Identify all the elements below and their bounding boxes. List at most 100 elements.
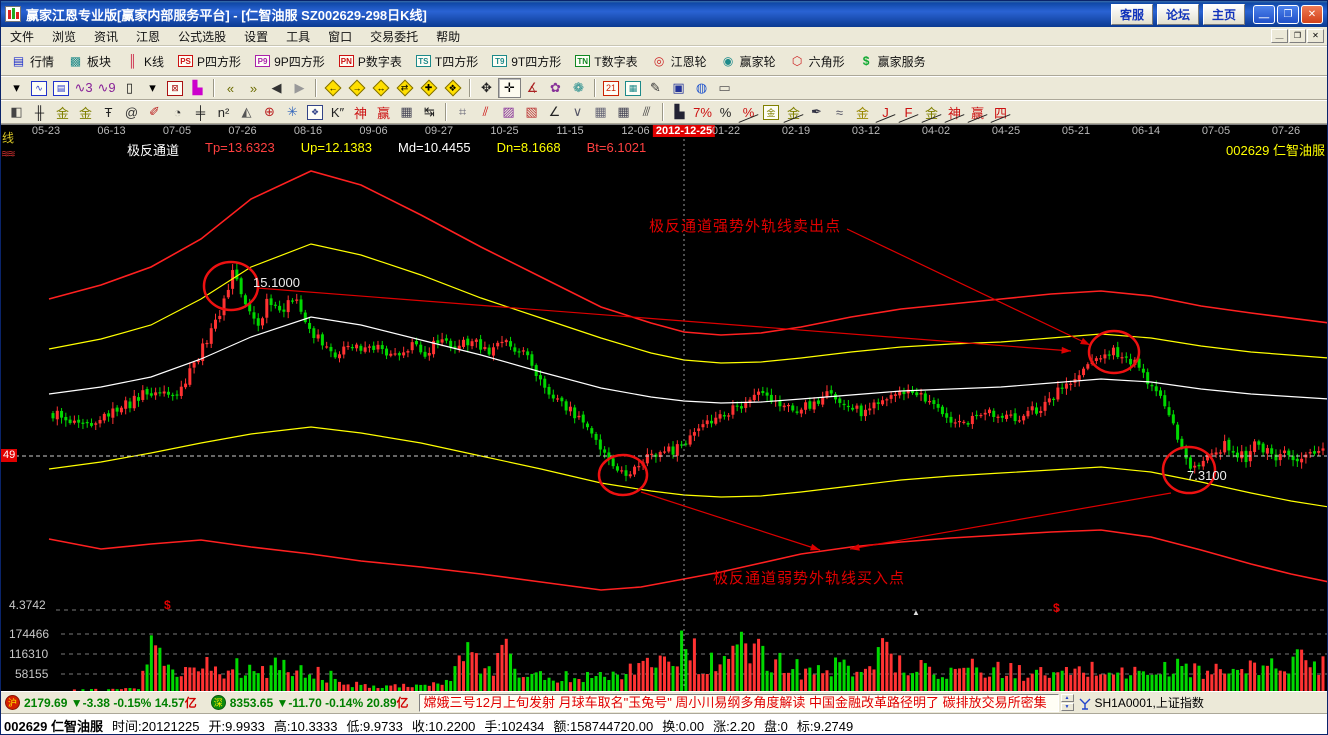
go-last-icon[interactable]: » bbox=[242, 78, 265, 98]
pan-hand-icon[interactable]: ✥ bbox=[475, 78, 498, 98]
t-square-button[interactable]: TST四方形 bbox=[410, 50, 484, 73]
expand-all-icon[interactable]: ✚ bbox=[421, 80, 438, 97]
t-number-table-button[interactable]: TNT数字表 bbox=[569, 50, 643, 73]
hexagon-button[interactable]: ⬡六角形 bbox=[784, 50, 851, 73]
chart-type-dropdown-icon[interactable]: ▾ bbox=[5, 78, 28, 98]
quotes-button[interactable]: ▤行情 bbox=[5, 50, 60, 73]
ying-angle-icon[interactable]: 赢 bbox=[966, 102, 989, 122]
menu-item-5[interactable]: 公式选股 bbox=[169, 26, 235, 47]
kline-button[interactable]: ║K线 bbox=[119, 50, 170, 73]
menu-item-7[interactable]: 工具 bbox=[277, 26, 319, 47]
p-number-table-button[interactable]: PNP数字表 bbox=[333, 50, 408, 73]
mdi-close-button[interactable]: ✕ bbox=[1307, 29, 1324, 43]
box-select-icon[interactable]: ⌗ bbox=[451, 102, 474, 122]
j-angle-icon[interactable]: J bbox=[874, 102, 897, 122]
brush-icon[interactable]: ✐ bbox=[143, 102, 166, 122]
spiral-icon[interactable]: @ bbox=[120, 102, 143, 122]
v-lines-icon[interactable]: ∨ bbox=[566, 102, 589, 122]
menu-item-4[interactable]: 江恩 bbox=[127, 26, 169, 47]
mirror-angle-icon[interactable]: ◭ bbox=[235, 102, 258, 122]
close-button[interactable]: ✕ bbox=[1301, 5, 1323, 24]
ticker-scroll-down-button[interactable]: ▼ bbox=[1061, 703, 1074, 711]
star-web-icon[interactable]: ✳ bbox=[281, 102, 304, 122]
save-icon[interactable]: ▣ bbox=[667, 78, 690, 98]
gold-grid-1-icon[interactable]: 金 bbox=[51, 102, 74, 122]
line-ruler-icon[interactable]: ╪ bbox=[189, 102, 212, 122]
grid-b-icon[interactable]: ▦ bbox=[612, 102, 635, 122]
fan-lines-red-icon[interactable]: ⫽ bbox=[474, 102, 497, 122]
f-angle-icon[interactable]: F bbox=[897, 102, 920, 122]
ticker-scroll-up-button[interactable]: ▲ bbox=[1061, 694, 1074, 702]
notepad-icon[interactable]: ✎ bbox=[644, 78, 667, 98]
calculator-icon[interactable]: ▦ bbox=[625, 81, 641, 96]
winner-service-button[interactable]: $赢家服务 bbox=[853, 50, 932, 73]
menu-item-3[interactable]: 资讯 bbox=[85, 26, 127, 47]
step-forward-icon[interactable]: ▶ bbox=[288, 78, 311, 98]
gann-wheel-button[interactable]: ◎江恩轮 bbox=[646, 50, 713, 73]
wave-line-icon[interactable]: ≈ bbox=[828, 102, 851, 122]
gold-grid-2-icon[interactable]: 金 bbox=[74, 102, 97, 122]
k-quote-icon[interactable]: K″ bbox=[326, 102, 349, 122]
volume-profile-icon[interactable]: ▙ bbox=[186, 78, 209, 98]
grid-star-icon[interactable]: ❖ bbox=[307, 105, 323, 120]
print-icon[interactable]: ▭ bbox=[713, 78, 736, 98]
mdi-minimize-button[interactable]: ＿ bbox=[1271, 29, 1288, 43]
gold-bold-icon[interactable]: 金 bbox=[851, 102, 874, 122]
shen-angle-icon[interactable]: 神 bbox=[943, 102, 966, 122]
ying-grid-icon[interactable]: 赢 bbox=[372, 102, 395, 122]
f-ruler-icon[interactable]: Ŧ bbox=[97, 102, 120, 122]
menu-item-6[interactable]: 设置 bbox=[235, 26, 277, 47]
angle-lines-icon[interactable]: ∠ bbox=[543, 102, 566, 122]
minimize-button[interactable]: ＿ bbox=[1253, 5, 1275, 24]
wave-9-icon[interactable]: ∿9 bbox=[95, 78, 118, 98]
menu-item-9[interactable]: 交易委托 bbox=[361, 26, 427, 47]
t9-square-button[interactable]: T99T四方形 bbox=[486, 50, 567, 73]
wave-3-icon[interactable]: ∿3 bbox=[72, 78, 95, 98]
percent-strike-icon[interactable]: 7% bbox=[691, 102, 714, 122]
grid-a-icon[interactable]: ▦ bbox=[589, 102, 612, 122]
time-dial-icon[interactable]: ◔ bbox=[166, 102, 189, 122]
candle-style-icon[interactable]: ▯ bbox=[118, 78, 141, 98]
fan-grid-red-icon[interactable]: ▧ bbox=[520, 102, 543, 122]
horizontal-span-icon[interactable]: ↹ bbox=[418, 102, 441, 122]
compress-horizontal-icon[interactable]: ⇄ bbox=[397, 80, 414, 97]
scale-bars-icon[interactable]: ▙ bbox=[668, 102, 691, 122]
info-document-icon[interactable]: ▤ bbox=[53, 81, 69, 96]
titlebar-button-2[interactable]: 论坛 bbox=[1157, 4, 1199, 25]
go-first-icon[interactable]: « bbox=[219, 78, 242, 98]
winner-wheel-button[interactable]: ◉赢家轮 bbox=[715, 50, 782, 73]
angle-measure-icon[interactable]: ∡ bbox=[521, 78, 544, 98]
sectors-button[interactable]: ▩板块 bbox=[62, 50, 117, 73]
fan-grid-purple-icon[interactable]: ▨ bbox=[497, 102, 520, 122]
menu-item-8[interactable]: 窗口 bbox=[319, 26, 361, 47]
mdi-restore-button[interactable]: ❐ bbox=[1289, 29, 1306, 43]
web-export-icon[interactable]: ◍ bbox=[690, 78, 713, 98]
calendar-icon[interactable]: 21 bbox=[603, 81, 619, 96]
shen-grid-icon[interactable]: 神 bbox=[349, 102, 372, 122]
pen-flag-icon[interactable]: ✒ bbox=[805, 102, 828, 122]
dense-grid-icon[interactable]: ▦ bbox=[395, 102, 418, 122]
pattern-box-icon[interactable]: ⊠ bbox=[167, 81, 183, 96]
expand-horizontal-icon[interactable]: ↔ bbox=[373, 80, 390, 97]
gann-shape-teal-icon[interactable]: ❁ bbox=[567, 78, 590, 98]
percent-icon[interactable]: % bbox=[714, 102, 737, 122]
gann-shape-purple-icon[interactable]: ✿ bbox=[544, 78, 567, 98]
p9-square-button[interactable]: P99P四方形 bbox=[249, 50, 331, 73]
shift-left-icon[interactable]: ← bbox=[325, 80, 342, 97]
compress-all-icon[interactable]: ❖ bbox=[445, 80, 462, 97]
maximize-button[interactable]: ❐ bbox=[1277, 5, 1299, 24]
slash-lines-icon[interactable]: ⫻ bbox=[635, 102, 658, 122]
gold-angle-icon[interactable]: 金 bbox=[920, 102, 943, 122]
crosshair-icon[interactable]: ✛ bbox=[498, 78, 521, 98]
corner-box-icon[interactable]: ◧ bbox=[5, 102, 28, 122]
menu-item-1[interactable]: 文件 bbox=[1, 26, 43, 47]
n-square-icon[interactable]: n² bbox=[212, 102, 235, 122]
p-square-button[interactable]: PSP四方形 bbox=[172, 50, 247, 73]
titlebar-button-3[interactable]: 主页 bbox=[1203, 4, 1245, 25]
titlebar-button-1[interactable]: 客服 bbox=[1111, 4, 1153, 25]
target-cross-icon[interactable]: ⊕ bbox=[258, 102, 281, 122]
price-lines-icon[interactable]: ╫ bbox=[28, 102, 51, 122]
si-angle-icon[interactable]: 四 bbox=[989, 102, 1012, 122]
shift-right-icon[interactable]: → bbox=[349, 80, 366, 97]
gold-underline-icon[interactable]: 金 bbox=[782, 102, 805, 122]
